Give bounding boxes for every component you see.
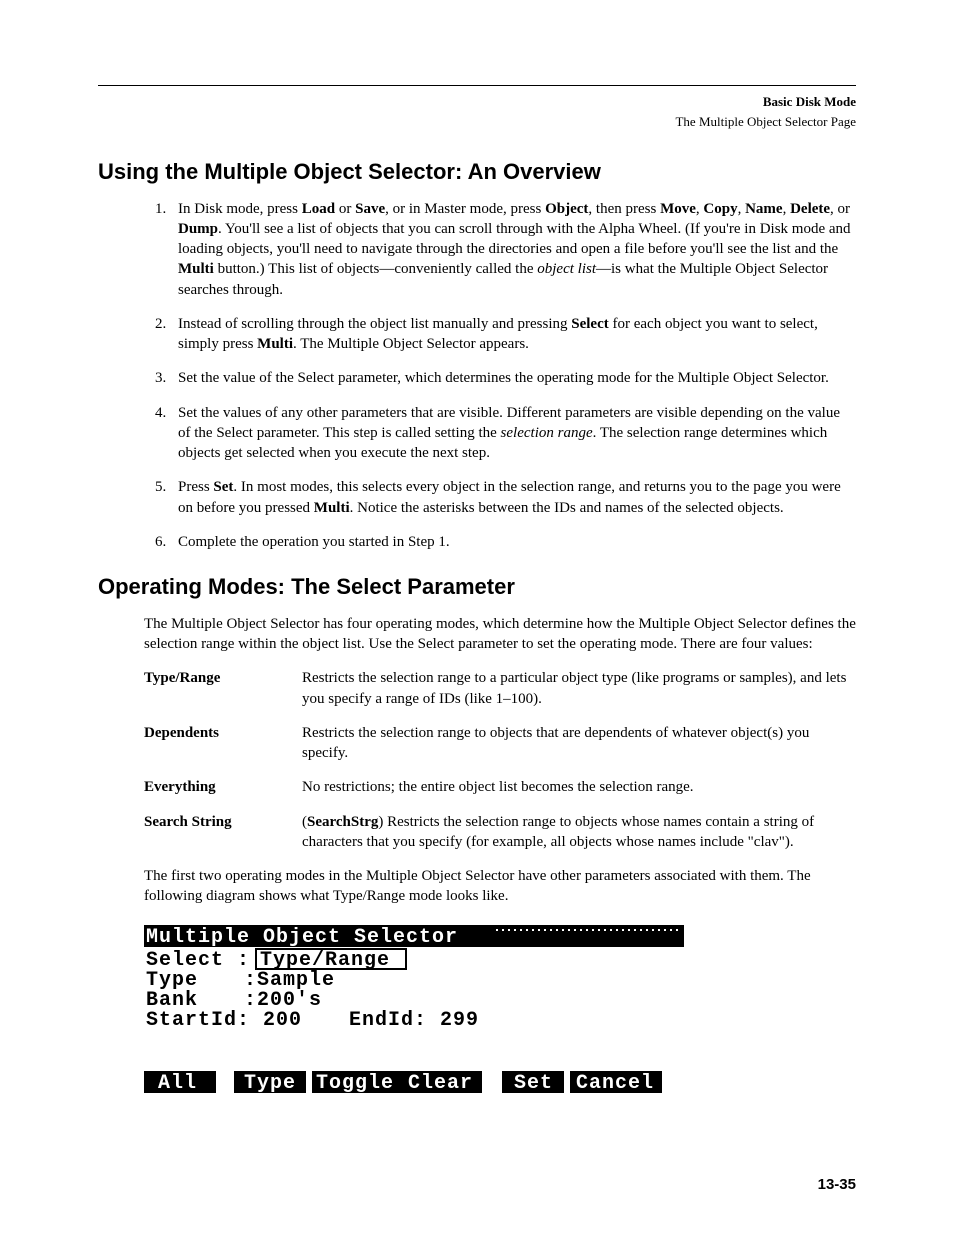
header-title: Basic Disk Mode: [98, 92, 856, 112]
svg-text:Clear: Clear: [408, 1072, 473, 1095]
def-search-string: Search String (SearchStrg) Restricts the…: [144, 812, 856, 853]
step-1: In Disk mode, press Load or Save, or in …: [170, 199, 856, 300]
lcd-softbuttons: All Type Toggle Clear Set Cancel: [144, 1071, 662, 1095]
step-2: Instead of scrolling through the object …: [170, 314, 856, 355]
def-everything: Everything No restrictions; the entire o…: [144, 777, 856, 797]
step-3: Set the value of the Select parameter, w…: [170, 368, 856, 388]
svg-text:EndId: 299: EndId: 299: [349, 1009, 479, 1032]
section-heading-operating-modes: Operating Modes: The Select Parameter: [98, 572, 856, 602]
svg-text:Type: Type: [244, 1072, 296, 1095]
lcd-diagram: .pix { font-family: "Courier New", monos…: [144, 925, 856, 1105]
lcd-title: Multiple Object Selector: [146, 926, 458, 949]
header-subtitle: The Multiple Object Selector Page: [98, 112, 856, 132]
svg-text:Set: Set: [514, 1072, 553, 1095]
operating-modes-outro: The first two operating modes in the Mul…: [144, 866, 856, 907]
svg-text:Cancel: Cancel: [576, 1072, 654, 1095]
svg-text:Toggle: Toggle: [316, 1072, 394, 1095]
definition-list: Type/Range Restricts the selection range…: [144, 668, 856, 852]
section-heading-overview: Using the Multiple Object Selector: An O…: [98, 157, 856, 187]
page-number: 13-35: [818, 1175, 856, 1195]
def-dependents: Dependents Restricts the selection range…: [144, 723, 856, 764]
page-header: Basic Disk Mode The Multiple Object Sele…: [98, 92, 856, 131]
operating-modes-intro: The Multiple Object Selector has four op…: [144, 614, 856, 655]
step-6: Complete the operation you started in St…: [170, 532, 856, 552]
step-4: Set the values of any other parameters t…: [170, 403, 856, 464]
svg-text:StartId: 200: StartId: 200: [146, 1009, 302, 1032]
step-5: Press Set. In most modes, this selects e…: [170, 477, 856, 518]
def-type-range: Type/Range Restricts the selection range…: [144, 668, 856, 709]
svg-text:All: All: [158, 1072, 197, 1095]
steps-list: In Disk mode, press Load or Save, or in …: [144, 199, 856, 553]
